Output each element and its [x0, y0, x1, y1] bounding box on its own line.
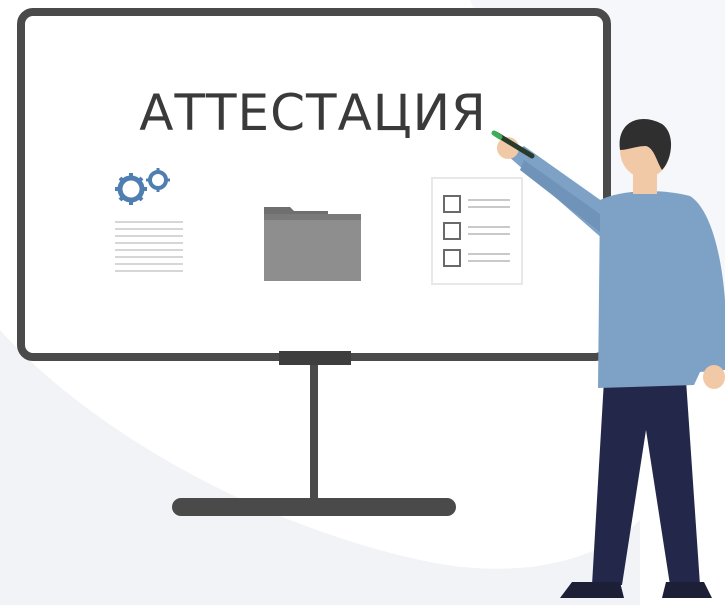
checklist-icon [431, 177, 523, 285]
presentation-illustration: АТТЕСТАЦИЯ [0, 0, 725, 605]
marker-tip [491, 130, 503, 140]
shoe-right [662, 582, 712, 598]
whiteboard: АТТЕСТАЦИЯ [17, 8, 611, 361]
lower-hand [703, 365, 725, 389]
background-blob [0, 330, 640, 605]
trousers-back-leg [592, 380, 700, 585]
board-title: АТТЕСТАЦИЯ [139, 84, 487, 142]
shirt [598, 191, 725, 388]
folder-icon [264, 207, 361, 281]
illustration-scene: АТТЕСТАЦИЯ [0, 0, 725, 605]
